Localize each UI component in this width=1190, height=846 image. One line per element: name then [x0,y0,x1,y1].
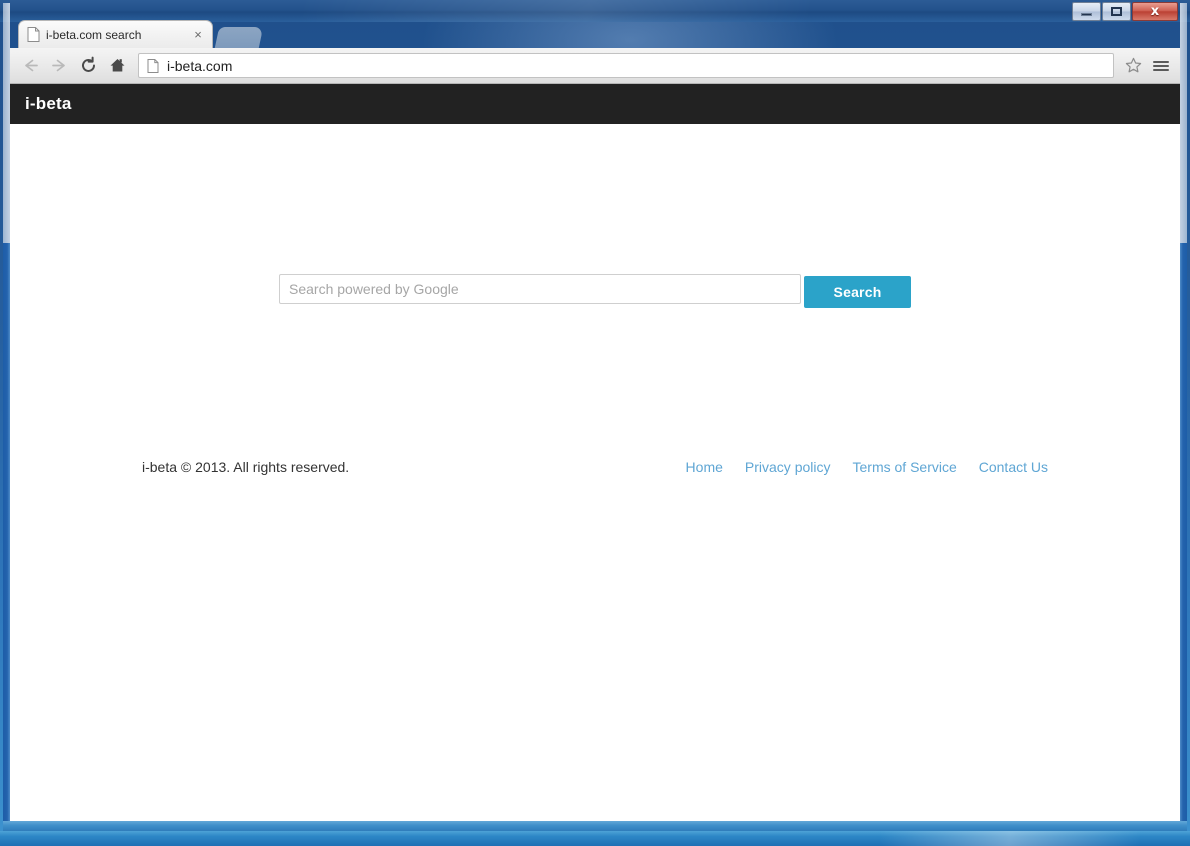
window-frame-left-upper [3,3,10,243]
window-frame-right-lower [1180,243,1187,828]
address-bar[interactable]: i-beta.com [138,53,1114,78]
home-icon [110,59,125,72]
search-input[interactable] [279,274,801,304]
tab-strip-nub [214,27,264,48]
back-button[interactable] [16,51,45,80]
footer-link-contact-us[interactable]: Contact Us [979,459,1048,475]
desktop-background: x i-beta.com search × i-beta.com i-beta … [0,0,1190,846]
bookmark-button[interactable] [1120,53,1146,79]
tab-close-icon[interactable]: × [190,27,206,43]
browser-window: i-beta.com search × i-beta.com i-beta Se… [3,3,1187,831]
search-button[interactable]: Search [804,276,911,308]
footer-link-privacy-policy[interactable]: Privacy policy [745,459,831,475]
back-arrow-icon [25,59,38,72]
star-icon [1125,57,1141,73]
window-frame-right-upper [1180,3,1187,243]
page-content: i-beta Search i-beta © 2013. All rights … [10,84,1180,828]
tab-title: i-beta.com search [46,27,142,42]
copyright-text: i-beta © 2013. All rights reserved. [142,459,350,475]
maximize-button[interactable] [1102,2,1131,21]
browser-menu-button[interactable] [1146,51,1176,80]
taskbar[interactable] [0,831,1190,846]
reload-button[interactable] [74,51,103,80]
site-brand[interactable]: i-beta [25,94,72,114]
hamburger-icon [1153,59,1169,73]
address-bar-url: i-beta.com [167,57,233,74]
minimize-button[interactable] [1072,2,1101,21]
tab-strip: i-beta.com search × [10,3,1180,48]
maximize-icon [1111,7,1122,16]
page-icon [147,58,159,73]
window-frame-left-lower [3,243,10,828]
window-controls[interactable]: x [1071,2,1178,21]
footer-links: Home Privacy policy Terms of Service Con… [664,459,1048,475]
minimize-icon [1081,13,1092,16]
forward-button[interactable] [45,51,74,80]
footer-link-home[interactable]: Home [686,459,723,475]
browser-tab[interactable]: i-beta.com search × [18,20,213,48]
window-frame-bottom [3,821,1187,831]
reload-icon [82,56,95,72]
site-navbar: i-beta [10,84,1180,124]
taskbar-sheen [880,831,1140,846]
page-icon [27,27,40,42]
close-icon: x [1150,4,1160,19]
footer-link-terms-of-service[interactable]: Terms of Service [853,459,957,475]
browser-toolbar: i-beta.com [10,48,1180,84]
home-button[interactable] [103,51,132,80]
forward-arrow-icon [52,59,65,72]
close-window-button[interactable]: x [1132,2,1178,21]
site-footer: i-beta © 2013. All rights reserved. Home… [10,454,1180,480]
search-row: Search [10,274,1180,308]
